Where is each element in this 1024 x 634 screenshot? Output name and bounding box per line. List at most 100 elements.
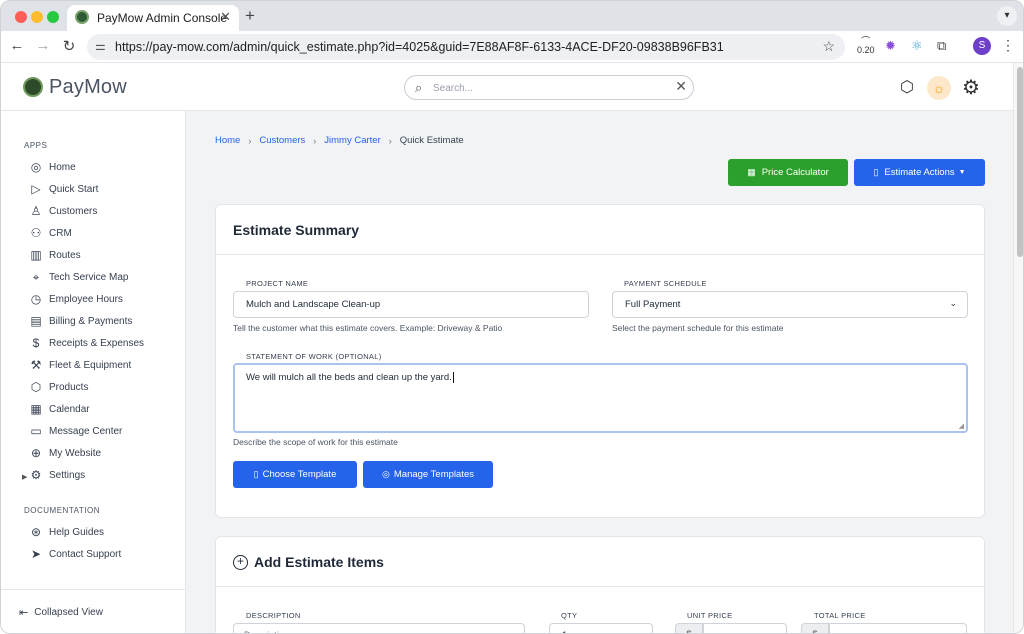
clear-search-icon[interactable]: ✕ [675,78,687,95]
sidebar-item-quick-start[interactable]: ▷ Quick Start [29,179,98,199]
breadcrumb-customer[interactable]: Jimmy Carter [324,135,380,146]
tab-close-icon[interactable]: ✕ [220,9,231,25]
sidebar-item-products[interactable]: ⬡ Products [29,377,89,397]
sidebar-item-label: Fleet & Equipment [49,359,132,371]
caret-down-icon: ▼ [958,169,966,176]
tab-title: PayMow Admin Console [97,11,228,25]
item-qty-input[interactable]: 1 [549,623,653,633]
sidebar-item-help-guides[interactable]: ⊛ Help Guides [29,522,104,542]
unit-price-currency-addon: $ [675,623,703,633]
sidebar-item-label: Products [49,381,89,393]
sidebar-item-crm[interactable]: ⚇ CRM [29,223,72,243]
paymow-favicon-icon [75,10,89,24]
sidebar-item-tech-service-map[interactable]: ⌖ Tech Service Map [29,267,129,287]
minimize-window-button[interactable] [31,11,43,23]
payment-schedule-help: Select the payment schedule for this est… [612,323,784,333]
price-calculator-button[interactable]: ▦ Price Calculator [728,159,848,186]
sidebar-item-label: CRM [49,227,72,239]
address-bar[interactable]: ⚌ https://pay-mow.com/admin/quick_estima… [87,34,845,60]
site-settings-icon[interactable]: ⚌ [95,39,106,53]
sidebar-footer: ⇤ Collapsed View [1,589,185,633]
breadcrumb-customers[interactable]: Customers [259,135,305,146]
statement-of-work-help: Describe the scope of work for this esti… [233,437,398,447]
search-input[interactable] [433,79,663,97]
sidebar-item-receipts-expenses[interactable]: $ Receipts & Expenses [29,333,144,353]
logo-text[interactable]: PayMow [49,76,127,99]
add-items-header[interactable]: + Add Estimate Items [233,554,384,570]
box-icon: ⬡ [30,380,42,394]
sidebar-item-employee-hours[interactable]: ◷ Employee Hours [29,289,123,309]
sidebar-item-billing-payments[interactable]: ▤ Billing & Payments [29,311,132,331]
extensions-puzzle-icon[interactable]: ⧉ [937,38,946,54]
send-icon: ➤ [30,547,42,561]
sidebar-item-contact-support[interactable]: ➤ Contact Support [29,544,121,564]
address-url[interactable]: https://pay-mow.com/admin/quick_estimate… [115,40,724,54]
breadcrumb-current: Quick Estimate [399,135,464,146]
project-name-input[interactable]: Mulch and Landscape Clean-up [233,291,589,318]
resize-handle-icon[interactable]: ◢ [959,422,964,430]
sidebar-item-home[interactable]: ◎ Home [29,157,76,177]
item-description-input[interactable] [233,623,525,633]
settings-gear-icon[interactable]: ⚙ [962,75,980,100]
sidebar-item-routes[interactable]: ▥ Routes [29,245,80,265]
browser-menu-icon[interactable]: ⋮ [1001,37,1015,54]
sidebar-item-label: Receipts & Expenses [49,337,145,349]
sidebar-item-customers[interactable]: ♙ Customers [29,201,98,221]
gear-icon: ⚙ [30,468,42,482]
sidebar-item-label: Contact Support [49,548,122,560]
sidebar-item-calendar[interactable]: ▦ Calendar [29,399,90,419]
chevron-right-icon: › [388,135,392,146]
statement-of-work-label: STATEMENT OF WORK (OPTIONAL) [246,352,382,361]
breadcrumb: Home › Customers › Jimmy Carter › Quick … [215,135,464,146]
unit-price-input[interactable] [703,623,787,633]
sidebar-item-message-center[interactable]: ▭ Message Center [29,421,122,441]
maximize-window-button[interactable] [47,11,59,23]
extension-react-icon[interactable]: ⚛ [911,38,923,54]
collapse-arrow-icon: ⇤ [19,607,29,619]
sidebar-item-fleet-equipment[interactable]: ⚒ Fleet & Equipment [29,355,132,375]
collapsed-view-label: Collapsed View [34,607,103,618]
extension-gear-purple-icon[interactable]: ✹ [885,38,896,54]
sidebar-item-my-website[interactable]: ⊕ My Website [29,443,101,463]
paymow-logo-icon[interactable] [23,77,43,97]
browser-tab-active[interactable]: PayMow Admin Console ✕ [67,5,239,31]
browser-toolbar: ← → ↻ ⚌ https://pay-mow.com/admin/quick_… [1,31,1023,63]
breadcrumb-home[interactable]: Home [215,135,240,146]
choose-template-button[interactable]: ▯ Choose Template [233,461,357,488]
sidebar-item-settings[interactable]: ⚙ Settings [29,465,86,485]
theme-sun-icon[interactable]: ☼ [927,76,951,100]
chevron-right-icon: › [248,135,252,146]
main-content: Home › Customers › Jimmy Carter › Quick … [186,111,1013,633]
compass-icon: ◎ [30,160,42,174]
total-price-input [829,623,967,633]
estimate-actions-button[interactable]: ▯ Estimate Actions ▼ [854,159,985,186]
forward-arrow-icon[interactable]: → [33,37,53,54]
statement-of-work-textarea[interactable]: We will mulch all the beds and clean up … [233,363,968,433]
map-icon: ▥ [30,248,42,262]
manage-templates-label: Manage Templates [393,469,474,480]
reload-icon[interactable]: ↻ [59,37,79,55]
close-window-button[interactable] [15,11,27,23]
card-header: Estimate Summary [216,205,984,255]
payment-schedule-select[interactable]: Full Payment ⌄ [612,291,968,318]
scrollbar-thumb[interactable] [1017,67,1023,257]
settings-expand-caret-icon[interactable]: ▶ [22,473,27,481]
extension-badge: 0.20 [857,45,875,55]
estimate-summary-card: Estimate Summary PROJECT NAME Mulch and … [215,204,985,518]
add-estimate-items-title: Add Estimate Items [254,554,384,570]
profile-avatar[interactable]: S [973,37,991,55]
price-calculator-label: Price Calculator [761,167,829,178]
bookmark-star-icon[interactable]: ☆ [822,38,835,55]
back-arrow-icon[interactable]: ← [7,37,27,54]
extension-speed-icon[interactable]: ⌒ 0.20 [857,37,875,55]
user-icon: ♙ [30,204,42,218]
file-icon: ▤ [30,314,42,328]
collapsed-view-toggle[interactable]: ⇤ Collapsed View [19,606,103,619]
add-estimate-items-card: + Add Estimate Items DESCRIPTION QTY UNI… [215,536,985,633]
new-tab-icon[interactable]: + [245,6,255,26]
sidebar-item-label: Calendar [49,403,90,415]
manage-templates-button[interactable]: ◎ Manage Templates [363,461,493,488]
page-scrollbar[interactable] [1013,63,1023,633]
tab-search-chevron-icon[interactable]: ▾ [997,6,1017,26]
codepen-cube-icon[interactable]: ⬡ [900,77,914,97]
